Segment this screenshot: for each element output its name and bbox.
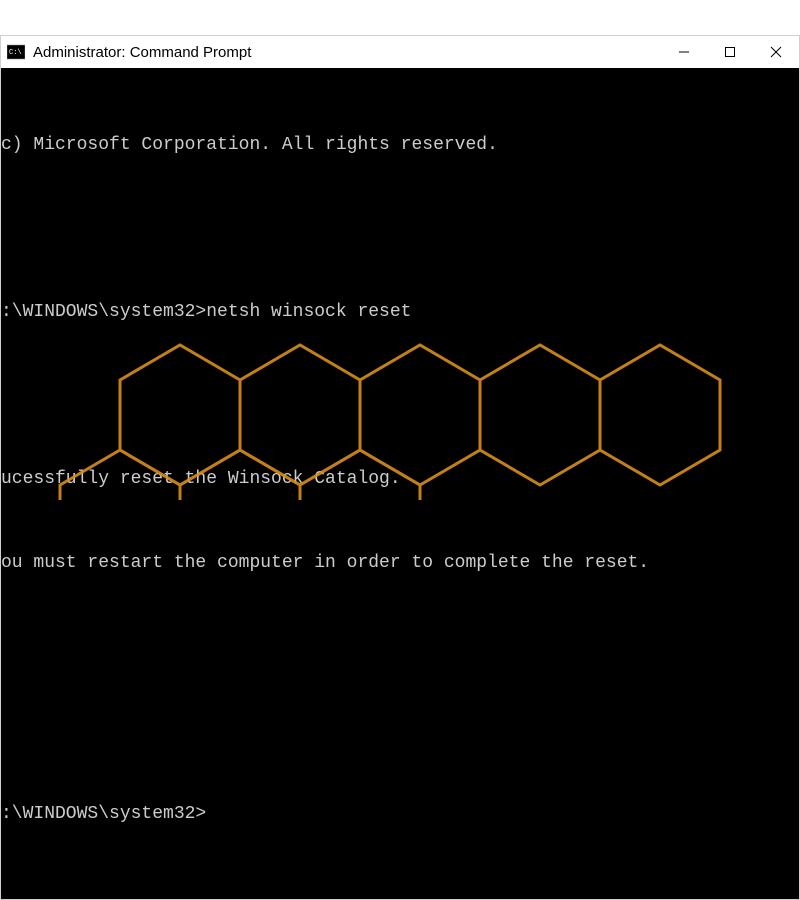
cmd-icon: C:\ [7,43,25,61]
minimize-button[interactable] [661,36,707,68]
terminal-line: :\WINDOWS\system32>netsh winsock reset [1,299,799,327]
maximize-button[interactable] [707,36,753,68]
terminal-line: c) Microsoft Corporation. All rights res… [1,132,799,160]
command-prompt-window: C:\ Administrator: Command Prompt c) Mic… [0,35,800,900]
terminal-line [1,717,799,745]
terminal-line: ucessfully reset the Winsock Catalog. [1,466,799,494]
terminal-line [1,215,799,243]
close-button[interactable] [753,36,799,68]
terminal-line: :\WINDOWS\system32> [1,801,799,829]
terminal-line: ou must restart the computer in order to… [1,550,799,578]
terminal-line [1,383,799,411]
svg-text:C:\: C:\ [9,49,22,57]
terminal-line [1,634,799,662]
window-title: Administrator: Command Prompt [33,44,661,61]
window-controls [661,36,799,68]
titlebar[interactable]: C:\ Administrator: Command Prompt [1,36,799,68]
background-top-strip [0,0,800,35]
terminal-output[interactable]: c) Microsoft Corporation. All rights res… [1,68,799,899]
